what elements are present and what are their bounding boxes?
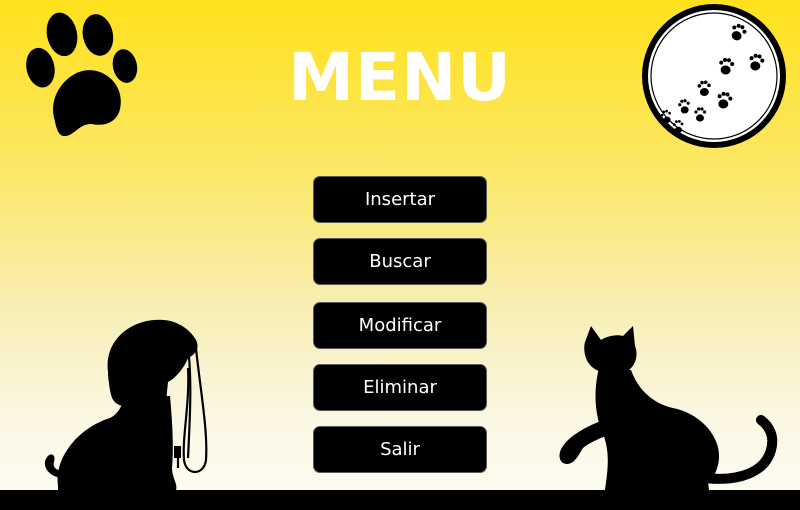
page-title: MENU [288,39,512,116]
ground-bar [0,490,800,510]
dog-with-leash-silhouette [44,319,208,490]
modificar-button[interactable]: Modificar [313,302,487,349]
buscar-button[interactable]: Buscar [313,238,487,285]
salir-button[interactable]: Salir [313,426,487,473]
eliminar-button[interactable]: Eliminar [313,364,487,411]
insertar-button[interactable]: Insertar [313,176,487,223]
main-menu: Insertar Buscar Modificar Eliminar Salir [313,176,487,473]
menu-window: MENU Insertar Buscar Modificar Eliminar … [0,0,800,510]
cat-silhouette [559,326,778,490]
